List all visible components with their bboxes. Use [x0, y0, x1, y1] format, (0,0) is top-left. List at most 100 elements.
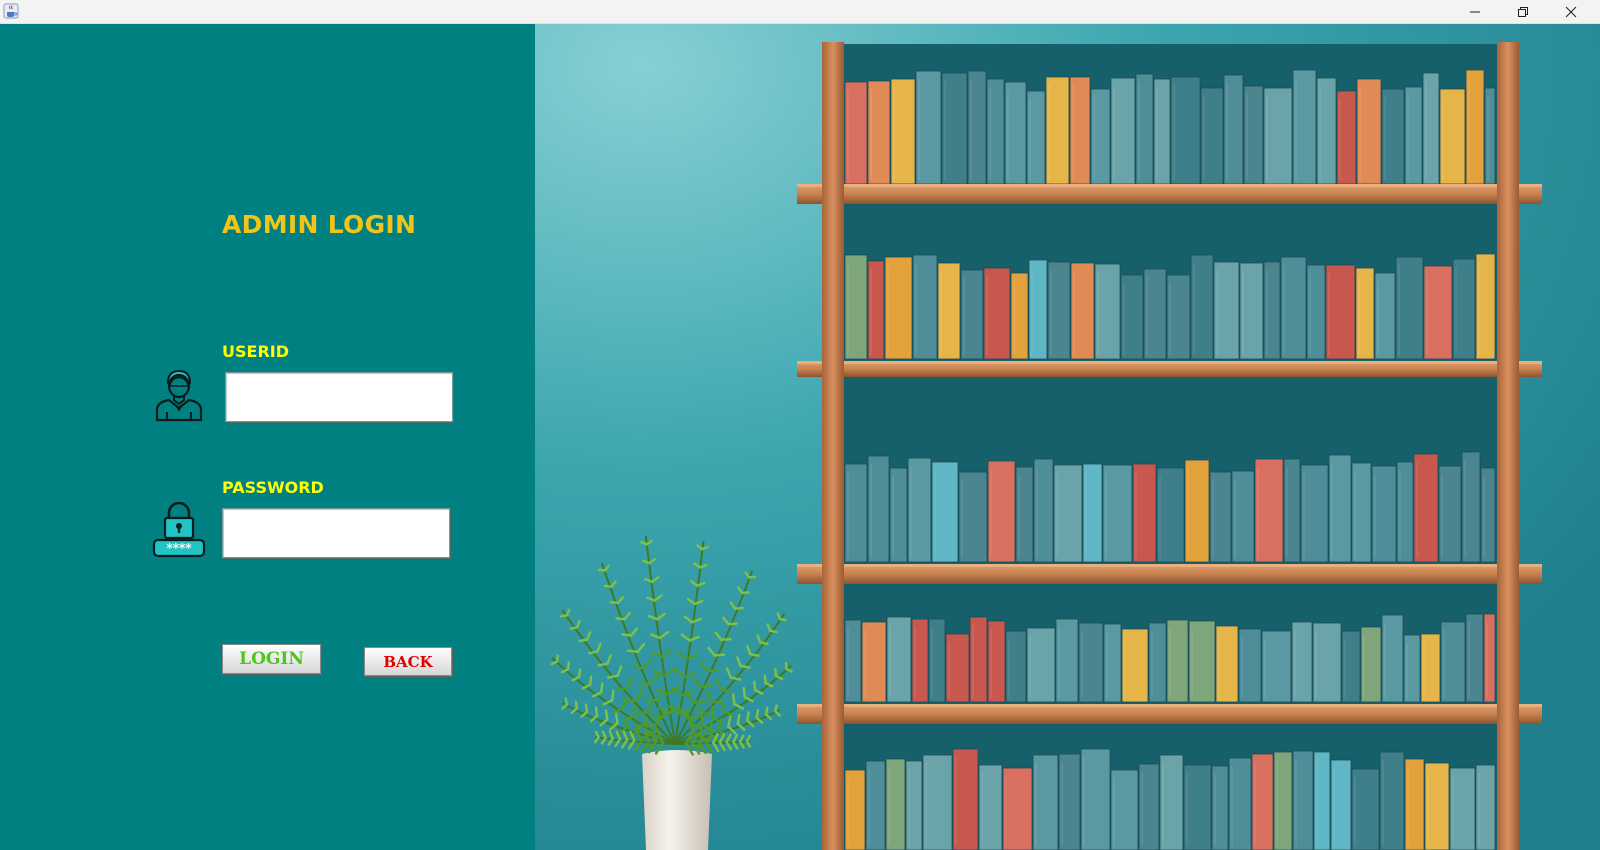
- book: [1449, 767, 1476, 850]
- bookshelf-illustration: [535, 24, 1600, 850]
- book: [1440, 621, 1466, 703]
- book: [1121, 628, 1149, 703]
- book: [1263, 261, 1281, 360]
- book: [1422, 72, 1440, 185]
- book: [1261, 630, 1292, 703]
- plant-leaf: [603, 584, 613, 588]
- book: [941, 72, 968, 185]
- left-post: [822, 42, 844, 850]
- plant-leaf: [632, 665, 646, 670]
- plant-leaf: [600, 682, 604, 694]
- password-lock-icon: ****: [152, 502, 206, 558]
- book: [1026, 627, 1056, 703]
- login-panel: ADMIN LOGIN USERID PASSWORD **** LOGIN B…: [0, 24, 535, 850]
- book: [1110, 769, 1139, 850]
- book: [1102, 464, 1133, 563]
- book: [1325, 264, 1356, 360]
- book: [886, 616, 912, 703]
- book: [1439, 88, 1466, 185]
- plant-leaf: [597, 568, 607, 572]
- book: [1313, 751, 1331, 850]
- book: [958, 471, 988, 563]
- book: [983, 267, 1011, 360]
- book: [1483, 613, 1496, 703]
- book: [1484, 87, 1496, 185]
- user-avatar-icon: [155, 369, 203, 422]
- plant-leaf: [594, 706, 599, 717]
- book: [1283, 458, 1301, 563]
- plant-leaf: [615, 617, 626, 621]
- plant-leaf: [559, 614, 569, 618]
- plant-leaf: [611, 689, 615, 702]
- book: [1424, 762, 1450, 850]
- plant-leaf: [614, 712, 619, 725]
- plant-leaf: [774, 668, 778, 678]
- plant-leaf: [745, 711, 750, 722]
- book: [1423, 265, 1453, 360]
- close-button[interactable]: [1548, 0, 1594, 24]
- shelf-edge: [797, 184, 1542, 187]
- book: [987, 460, 1016, 563]
- book: [1053, 464, 1083, 563]
- plant-leaf: [784, 661, 788, 671]
- window-titlebar: [0, 0, 1600, 24]
- plant-leaf: [692, 700, 707, 704]
- shelf-edge: [797, 564, 1542, 567]
- book: [928, 618, 946, 703]
- plant-leaf: [764, 706, 769, 716]
- close-icon: [1565, 6, 1577, 18]
- book: [1183, 764, 1212, 850]
- book: [1211, 765, 1229, 850]
- plant-leaf: [699, 684, 713, 688]
- book: [1312, 622, 1342, 703]
- book: [1413, 453, 1439, 563]
- book: [1080, 748, 1111, 850]
- login-button[interactable]: LOGIN: [222, 644, 321, 674]
- book: [1213, 261, 1240, 360]
- plant-pot: [642, 750, 712, 850]
- book: [1300, 464, 1329, 563]
- book: [905, 760, 923, 850]
- book: [1280, 256, 1307, 360]
- book: [1153, 78, 1171, 185]
- plant-leaf: [720, 637, 732, 642]
- book: [1032, 754, 1059, 850]
- book: [1403, 634, 1421, 703]
- back-button[interactable]: BACK: [364, 647, 452, 676]
- book: [1263, 87, 1293, 185]
- book: [1254, 458, 1284, 563]
- plant-leaf: [706, 669, 720, 673]
- maximize-icon: [1518, 7, 1528, 17]
- book: [915, 70, 942, 185]
- book: [1395, 256, 1424, 360]
- book: [1188, 620, 1216, 703]
- book: [911, 618, 929, 703]
- userid-input[interactable]: [225, 372, 453, 422]
- plant-leaf: [774, 704, 778, 713]
- page-title: ADMIN LOGIN: [222, 210, 417, 239]
- plant-leaf: [644, 698, 659, 702]
- book: [1170, 76, 1201, 185]
- restore-button[interactable]: [1500, 0, 1546, 24]
- book: [952, 748, 979, 850]
- book: [884, 256, 913, 360]
- plant-leaf: [753, 680, 757, 692]
- plant-leaf: [732, 693, 736, 706]
- plant-leaf: [727, 622, 738, 626]
- book: [1110, 77, 1136, 185]
- minimize-button[interactable]: [1452, 0, 1498, 24]
- book: [1002, 767, 1033, 850]
- book: [922, 754, 953, 850]
- plant-leaf: [622, 696, 626, 710]
- book: [1094, 263, 1121, 360]
- plant-leaf: [713, 653, 726, 657]
- book: [1351, 768, 1380, 850]
- plant-leaf: [589, 675, 593, 686]
- plant-leaf: [721, 699, 725, 713]
- book: [912, 254, 938, 360]
- password-input[interactable]: [222, 508, 450, 558]
- book: [1480, 467, 1496, 563]
- plant-leaf: [755, 708, 760, 719]
- shelf-edge: [797, 361, 1542, 364]
- book: [1356, 78, 1382, 185]
